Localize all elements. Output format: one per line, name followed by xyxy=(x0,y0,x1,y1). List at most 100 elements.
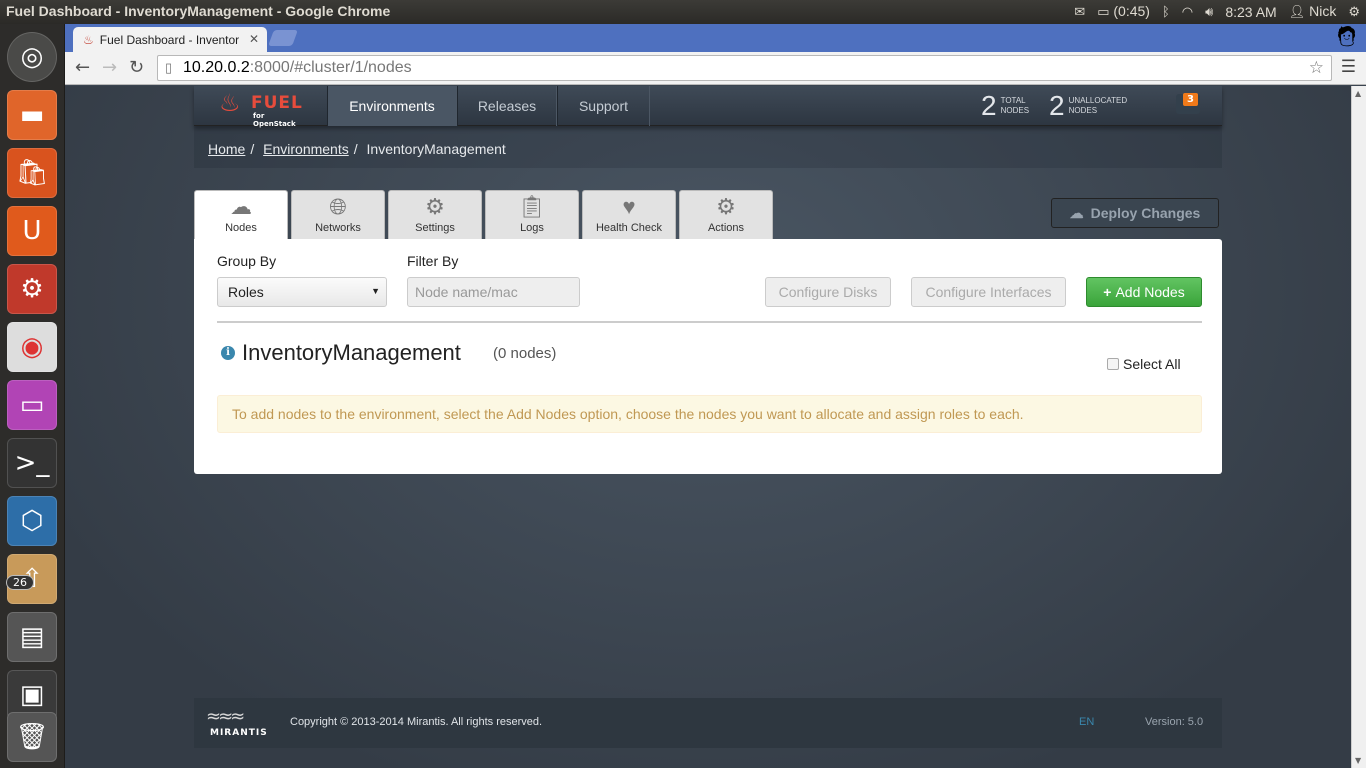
window-title: Fuel Dashboard - InventoryManagement - G… xyxy=(6,3,391,19)
total-nodes-stat: 2 TOTAL NODES xyxy=(981,90,1029,122)
tab-close-icon[interactable]: ✕ xyxy=(249,32,259,46)
scroll-down-icon[interactable]: ▼ xyxy=(1355,756,1361,765)
breadcrumb: Home / Environments / InventoryManagement xyxy=(194,126,1222,168)
user-icon: 👤︎ xyxy=(1288,4,1306,19)
trash-icon[interactable]: 🗑︎ xyxy=(7,712,57,762)
gears-icon: ⚙ xyxy=(716,194,736,219)
configure-disks-button[interactable]: Configure Disks xyxy=(765,277,891,307)
configure-interfaces-button[interactable]: Configure Interfaces xyxy=(911,277,1066,307)
gear-icon: ⚙ xyxy=(425,194,445,219)
wifi-icon[interactable]: ◠ xyxy=(1182,4,1193,20)
page-icon: ▯ xyxy=(165,60,173,75)
chrome-icon[interactable]: ◉ xyxy=(7,322,57,372)
cloud-upload-icon: ☁ xyxy=(1069,204,1084,221)
fuel-logo[interactable]: ♨ FUEL for OpenStack xyxy=(219,89,309,128)
fuel-flame-icon: ♨ xyxy=(219,89,241,117)
back-arrow-icon[interactable]: ← xyxy=(75,57,90,78)
launcher-badge: 26 xyxy=(6,575,34,590)
fuel-logo-word: FUEL xyxy=(251,93,303,113)
terminal-icon[interactable]: >_ xyxy=(7,438,57,488)
profile-avatar-icon[interactable]: 🧑︎ xyxy=(1334,24,1360,52)
unity-launcher: ◎ ▬ 🛍︎ U ⚙ ◉ ▭ >_ ⬡ ⇧ 26 ▤ ▣ 🗑︎ xyxy=(0,24,65,768)
heart-icon: ♥ xyxy=(622,194,636,219)
display-icon[interactable]: ▭ xyxy=(7,380,57,430)
tab-settings[interactable]: ⚙ Settings xyxy=(388,190,482,239)
version-label: Version: 5.0 xyxy=(1145,716,1204,728)
forward-arrow-icon[interactable]: → xyxy=(102,57,117,78)
cloud-icon: ☁ xyxy=(230,194,252,219)
deploy-changes-button[interactable]: ☁ Deploy Changes xyxy=(1051,198,1219,228)
files-icon[interactable]: ▬ xyxy=(7,90,57,140)
page-scrollbar[interactable]: ▲ ▼ xyxy=(1351,86,1366,768)
unallocated-label-1: UNALLOCATED xyxy=(1068,96,1128,105)
notification-count: 3 xyxy=(1183,93,1198,106)
chrome-menu-icon[interactable]: ☰ xyxy=(1341,57,1356,77)
browser-toolbar: ← → ↻ ▯ 10.20.0.2:8000/#cluster/1/nodes … xyxy=(65,52,1366,85)
breadcrumb-current: InventoryManagement xyxy=(366,141,506,157)
browser-tab[interactable]: ♨ Fuel Dashboard - Inventor ✕ xyxy=(73,27,267,52)
node-filter-input[interactable] xyxy=(407,277,580,307)
tab-actions[interactable]: ⚙ Actions xyxy=(679,190,773,239)
language-switch[interactable]: EN xyxy=(1079,716,1094,728)
total-nodes-label-1: TOTAL xyxy=(1000,96,1026,105)
bookmark-star-icon[interactable]: ☆ xyxy=(1309,58,1324,78)
nav-environments[interactable]: Environments xyxy=(327,86,457,126)
notifications-button[interactable]: 3 xyxy=(1176,93,1200,114)
software-center-icon[interactable]: 🛍︎ xyxy=(7,148,57,198)
power-gear-icon[interactable]: ⚙ xyxy=(1348,4,1360,20)
group-by-select[interactable]: Roles ▼ xyxy=(217,277,387,307)
copyright: Copyright © 2013-2014 Mirantis. All righ… xyxy=(290,716,543,728)
filter-by-label: Filter By xyxy=(407,253,459,269)
url-host: 10.20.0.2 xyxy=(183,59,250,76)
info-icon[interactable]: i xyxy=(221,346,235,360)
web-page: ♨ FUEL for OpenStack Environments Releas… xyxy=(65,86,1351,768)
fuel-favicon-icon: ♨ xyxy=(83,32,94,47)
network-icon: 🌐︎ xyxy=(329,194,347,219)
total-nodes-count: 2 xyxy=(981,90,997,121)
divider xyxy=(217,321,1202,323)
scroll-up-icon[interactable]: ▲ xyxy=(1355,89,1361,98)
plus-icon: + xyxy=(1103,284,1112,300)
bluetooth-icon[interactable]: ᛒ xyxy=(1162,4,1170,19)
address-bar[interactable]: ▯ 10.20.0.2:8000/#cluster/1/nodes ☆ xyxy=(157,55,1332,81)
nodes-panel: Group By Filter By Roles ▼ Configure Dis… xyxy=(194,239,1222,474)
browser-tab-title: Fuel Dashboard - Inventor xyxy=(99,32,240,47)
select-all[interactable]: Select All xyxy=(1107,356,1181,372)
battery-icon: ▭ xyxy=(1097,4,1110,19)
virtualbox-icon[interactable]: ⬡ xyxy=(7,496,57,546)
browser-tab-strip: ♨ Fuel Dashboard - Inventor ✕ 🧑︎ xyxy=(65,24,1366,52)
unallocated-label-2: NODES xyxy=(1068,106,1098,115)
tab-networks[interactable]: 🌐︎ Networks xyxy=(291,190,385,239)
add-nodes-button[interactable]: + Add Nodes xyxy=(1086,277,1202,307)
unallocated-nodes-count: 2 xyxy=(1049,90,1065,121)
node-count: (0 nodes) xyxy=(493,345,557,362)
add-nodes-hint-alert: To add nodes to the environment, select … xyxy=(217,395,1202,433)
url-path: :8000/#cluster/1/nodes xyxy=(249,59,412,76)
mirantis-swoosh-icon: ≈≈≈ xyxy=(206,706,245,727)
ubuntu-top-panel: Fuel Dashboard - InventoryManagement - G… xyxy=(0,0,1366,24)
user-menu[interactable]: 👤︎ Nick xyxy=(1289,3,1337,20)
nav-releases[interactable]: Releases xyxy=(457,86,557,126)
archive-icon[interactable]: ▤ xyxy=(7,612,57,662)
breadcrumb-home[interactable]: Home xyxy=(208,141,245,157)
unallocated-nodes-stat: 2 UNALLOCATED NODES xyxy=(1049,90,1127,122)
tab-health-check[interactable]: ♥ Health Check xyxy=(582,190,676,239)
system-settings-icon[interactable]: ⚙ xyxy=(7,264,57,314)
clock[interactable]: 8:23 AM xyxy=(1225,4,1276,20)
battery-indicator[interactable]: ▭ (0:45) xyxy=(1097,3,1150,20)
dash-home-icon[interactable]: ◎ xyxy=(7,32,57,82)
select-all-checkbox[interactable] xyxy=(1107,358,1119,370)
new-tab-button[interactable] xyxy=(268,30,298,46)
reload-icon[interactable]: ↻ xyxy=(129,57,144,78)
nav-support[interactable]: Support xyxy=(557,86,650,126)
tab-nodes[interactable]: ☁ Nodes xyxy=(194,190,288,240)
breadcrumb-environments[interactable]: Environments xyxy=(263,141,349,157)
tab-logs[interactable]: 📋︎ Logs xyxy=(485,190,579,239)
volume-icon[interactable]: 🔊︎ xyxy=(1205,4,1213,20)
system-tray: ✉ ▭ (0:45) ᛒ ◠ 🔊︎ 8:23 AM 👤︎ Nick ⚙ xyxy=(1074,3,1360,20)
group-by-label: Group By xyxy=(217,253,277,269)
mail-icon[interactable]: ✉ xyxy=(1074,4,1085,20)
ubuntu-one-icon[interactable]: U xyxy=(7,206,57,256)
clipboard-icon: 📋︎ xyxy=(518,194,546,219)
mirantis-logo[interactable]: ≈≈≈ MIRANTIS xyxy=(206,706,268,740)
